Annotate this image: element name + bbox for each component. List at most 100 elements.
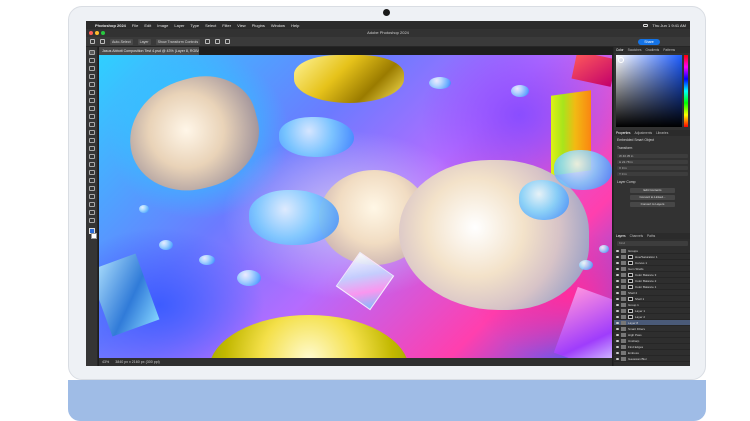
menu-image[interactable]: Image [157,23,168,28]
layer-mask-thumbnail[interactable] [628,314,633,319]
marquee-tool-icon[interactable] [88,58,95,63]
dodge-tool-icon[interactable] [88,162,95,167]
x-field[interactable]: X 0 in [617,166,688,170]
menu-window[interactable]: Window [271,23,285,28]
align-icon[interactable] [205,39,211,44]
menu-layer[interactable]: Layer [174,23,184,28]
background-color-swatch[interactable] [91,233,97,239]
tab-layers[interactable]: Layers [616,233,626,239]
share-button[interactable]: Share [638,39,660,45]
move-tool-icon[interactable] [88,50,95,55]
tab-adjustments[interactable]: Adjustments [635,130,653,136]
menu-filter[interactable]: Filter [222,23,231,28]
more-options-icon[interactable] [225,39,231,44]
show-transform-checkbox[interactable]: Show Transform Controls [155,38,201,45]
eye-icon[interactable] [616,285,619,288]
close-window-button[interactable] [89,31,93,35]
layer-row[interactable]: Gaussian Blur [614,356,690,362]
eye-icon[interactable] [616,267,619,270]
convert-to-linked-button[interactable]: Convert to Linked... [630,195,675,200]
distribute-icon[interactable] [215,39,221,44]
zoom-window-button[interactable] [101,31,105,35]
tab-gradients[interactable]: Gradients [645,47,659,53]
edit-contents-button[interactable]: Edit Contents [630,188,675,193]
blur-tool-icon[interactable] [88,154,95,159]
layer-mask-thumbnail[interactable] [628,284,633,289]
gradient-tool-icon[interactable] [88,146,95,151]
document-info[interactable]: 3840 px x 2160 px (300 ppi) [115,358,160,366]
eraser-tool-icon[interactable] [88,138,95,143]
color-picker-field[interactable] [616,55,682,127]
layer-mask-thumbnail[interactable] [628,254,633,259]
height-field[interactable]: H 22.78 in [617,160,688,164]
auto-select-checkbox[interactable]: Auto-Select [110,38,133,45]
eye-icon[interactable] [616,279,619,282]
eye-icon[interactable] [616,327,619,330]
eye-icon[interactable] [616,291,619,294]
auto-select-target-dropdown[interactable]: Layer [137,38,151,45]
tab-libraries[interactable]: Libraries [656,130,668,136]
tab-paths[interactable]: Paths [647,233,655,239]
menu-plugins[interactable]: Plugins [252,23,265,28]
tab-channels[interactable]: Channels [630,233,643,239]
move-tool-icon[interactable] [100,39,105,44]
layer-mask-thumbnail[interactable] [628,260,633,265]
healing-brush-tool-icon[interactable] [88,106,95,111]
clone-stamp-tool-icon[interactable] [88,122,95,127]
layer-mask-thumbnail[interactable] [628,308,633,313]
home-icon[interactable] [90,39,95,44]
width-field[interactable]: W 40.35 in [617,154,688,158]
menu-edit[interactable]: Edit [144,23,151,28]
eye-icon[interactable] [616,309,619,312]
tab-patterns[interactable]: Patterns [663,47,675,53]
eye-icon[interactable] [616,255,619,258]
layer-filter-dropdown[interactable]: Kind [617,241,688,246]
eye-icon[interactable] [616,321,619,324]
layer-mask-thumbnail[interactable] [628,272,633,277]
eye-icon[interactable] [616,297,619,300]
document-tab[interactable]: Jasus Abbott Composition Test 4.psd @ 43… [99,47,199,55]
eye-icon[interactable] [616,315,619,318]
menu-help[interactable]: Help [291,23,299,28]
brush-tool-icon[interactable] [88,114,95,119]
color-picker-handle[interactable] [618,57,624,63]
pen-tool-icon[interactable] [88,170,95,175]
history-brush-tool-icon[interactable] [88,130,95,135]
path-select-tool-icon[interactable] [88,186,95,191]
menu-select[interactable]: Select [205,23,216,28]
zoom-level[interactable]: 43% [102,358,109,366]
type-tool-icon[interactable] [88,178,95,183]
eye-icon[interactable] [616,249,619,252]
menu-app[interactable]: Photoshop 2024 [95,23,126,28]
layer-mask-thumbnail[interactable] [628,278,633,283]
eye-icon[interactable] [616,261,619,264]
tab-swatches[interactable]: Swatches [628,47,642,53]
eye-icon[interactable] [616,345,619,348]
menu-view[interactable]: View [237,23,246,28]
battery-icon[interactable] [643,23,649,27]
zoom-tool-icon[interactable] [88,210,95,215]
hand-tool-icon[interactable] [88,202,95,207]
menubar-clock[interactable]: Thu Jun 1 9:41 AM [652,23,686,28]
eyedropper-tool-icon[interactable] [88,98,95,103]
eye-icon[interactable] [616,303,619,306]
lasso-tool-icon[interactable] [88,66,95,71]
frame-tool-icon[interactable] [88,90,95,95]
crop-tool-icon[interactable] [88,82,95,87]
tab-properties[interactable]: Properties [616,130,631,136]
minimize-window-button[interactable] [95,31,99,35]
y-field[interactable]: Y 0 in [617,172,688,176]
more-tools-icon[interactable] [88,218,95,223]
eye-icon[interactable] [616,333,619,336]
eye-icon[interactable] [616,357,619,360]
menu-file[interactable]: File [132,23,138,28]
convert-to-layers-button[interactable]: Convert to Layers [630,202,675,207]
hue-slider[interactable] [684,55,688,127]
eye-icon[interactable] [616,273,619,276]
document-canvas[interactable] [99,55,612,358]
object-select-tool-icon[interactable] [88,74,95,79]
shape-tool-icon[interactable] [88,194,95,199]
menu-type[interactable]: Type [190,23,199,28]
tab-color[interactable]: Color [616,47,624,53]
layer-mask-thumbnail[interactable] [628,296,633,301]
